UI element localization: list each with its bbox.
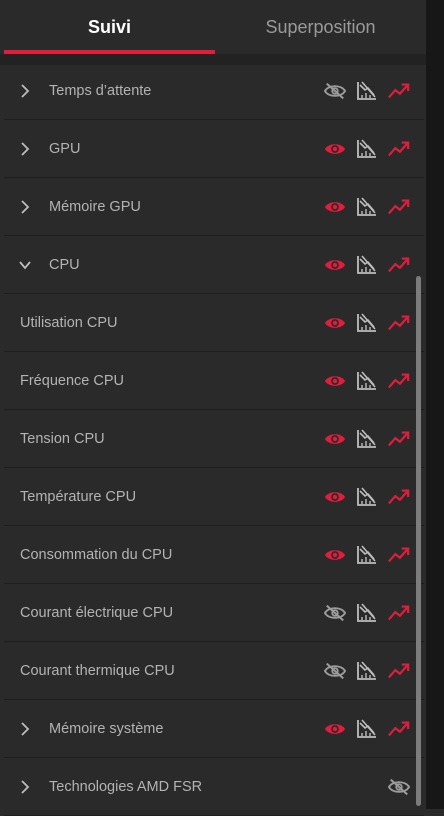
graph-off-icon[interactable] bbox=[356, 602, 378, 623]
metric-list: Temps d’attente GPU Mémoire GPU CPU Utilisat… bbox=[4, 62, 424, 816]
metric-actions bbox=[324, 80, 410, 101]
chevron-right-icon[interactable] bbox=[18, 83, 32, 98]
metric-actions bbox=[324, 602, 410, 623]
metric-row[interactable]: Courant thermique CPU bbox=[4, 642, 424, 700]
graph-off-icon[interactable] bbox=[356, 660, 378, 681]
tab-suivi[interactable]: Suivi bbox=[4, 0, 215, 54]
metric-label: Tension CPU bbox=[20, 430, 105, 447]
eye-icon[interactable] bbox=[324, 139, 346, 159]
metric-actions bbox=[324, 544, 410, 565]
eye-icon[interactable] bbox=[324, 255, 346, 275]
metric-label: Temps d’attente bbox=[49, 82, 152, 99]
metric-actions bbox=[324, 660, 410, 681]
eye-off-icon[interactable] bbox=[324, 603, 346, 623]
metric-row[interactable]: Tension CPU bbox=[4, 410, 424, 468]
trending-up-icon[interactable] bbox=[388, 429, 410, 449]
eye-icon[interactable] bbox=[324, 313, 346, 333]
trending-up-icon[interactable] bbox=[388, 719, 410, 739]
metric-row[interactable]: Utilisation CPU bbox=[4, 294, 424, 352]
metric-group-row[interactable]: CPU bbox=[4, 236, 424, 294]
graph-off-icon[interactable] bbox=[356, 718, 378, 739]
metric-group-row[interactable]: Mémoire système bbox=[4, 700, 424, 758]
graph-off-icon[interactable] bbox=[356, 138, 378, 159]
chevron-down-icon[interactable] bbox=[18, 258, 32, 272]
metric-actions bbox=[324, 138, 410, 159]
metric-label: Consommation du CPU bbox=[20, 546, 173, 563]
graph-off-icon[interactable] bbox=[356, 486, 378, 507]
metric-label: Technologies AMD FSR bbox=[49, 778, 203, 795]
chevron-right-icon[interactable] bbox=[18, 141, 32, 156]
metric-actions bbox=[388, 777, 410, 797]
metric-label: Température CPU bbox=[20, 488, 137, 505]
metric-row[interactable]: Courant électrique CPU bbox=[4, 584, 424, 642]
tab-suivi-label: Suivi bbox=[87, 16, 131, 37]
metric-actions bbox=[324, 196, 410, 217]
metric-row[interactable]: Consommation du CPU bbox=[4, 526, 424, 584]
trending-up-icon[interactable] bbox=[388, 255, 410, 275]
eye-icon[interactable] bbox=[324, 197, 346, 217]
trending-up-icon[interactable] bbox=[388, 197, 410, 217]
metric-label: CPU bbox=[49, 256, 80, 273]
tab-bar: Suivi Superposition bbox=[4, 0, 426, 54]
trending-up-icon[interactable] bbox=[388, 313, 410, 333]
eye-icon[interactable] bbox=[324, 719, 346, 739]
eye-icon[interactable] bbox=[324, 487, 346, 507]
chevron-right-icon[interactable] bbox=[18, 779, 32, 794]
metric-actions bbox=[324, 254, 410, 275]
graph-off-icon[interactable] bbox=[356, 80, 378, 101]
metric-label: Mémoire GPU bbox=[49, 198, 141, 215]
metric-actions bbox=[324, 370, 410, 391]
metric-label: Fréquence CPU bbox=[20, 372, 124, 389]
eye-icon[interactable] bbox=[324, 429, 346, 449]
metric-label: Courant électrique CPU bbox=[20, 604, 174, 621]
metric-label: Mémoire système bbox=[49, 720, 164, 737]
eye-off-icon[interactable] bbox=[324, 661, 346, 681]
eye-icon[interactable] bbox=[324, 371, 346, 391]
graph-off-icon[interactable] bbox=[356, 370, 378, 391]
metric-group-row[interactable]: Temps d’attente bbox=[4, 62, 424, 120]
graph-off-icon[interactable] bbox=[356, 196, 378, 217]
graph-off-icon[interactable] bbox=[356, 254, 378, 275]
eye-icon[interactable] bbox=[324, 545, 346, 565]
metric-label: GPU bbox=[49, 140, 81, 157]
tab-superposition[interactable]: Superposition bbox=[215, 0, 426, 54]
metric-group-row[interactable]: Mémoire GPU bbox=[4, 178, 424, 236]
metric-actions bbox=[324, 718, 410, 739]
eye-off-icon[interactable] bbox=[388, 777, 410, 797]
metric-label: Courant thermique CPU bbox=[20, 662, 175, 679]
tab-superposition-label: Superposition bbox=[265, 16, 376, 37]
metric-actions bbox=[324, 486, 410, 507]
trending-up-icon[interactable] bbox=[388, 81, 410, 101]
trending-up-icon[interactable] bbox=[388, 545, 410, 565]
trending-up-icon[interactable] bbox=[388, 371, 410, 391]
graph-off-icon[interactable] bbox=[356, 428, 378, 449]
trending-up-icon[interactable] bbox=[388, 487, 410, 507]
metrics-panel: Suivi Superposition Temps d’attente GPU Mé… bbox=[0, 0, 444, 816]
graph-off-icon[interactable] bbox=[356, 544, 378, 565]
metric-group-row[interactable]: Technologies AMD FSR bbox=[4, 758, 424, 816]
trending-up-icon[interactable] bbox=[388, 661, 410, 681]
graph-off-icon[interactable] bbox=[356, 312, 378, 333]
metric-actions bbox=[324, 428, 410, 449]
trending-up-icon[interactable] bbox=[388, 603, 410, 623]
trending-up-icon[interactable] bbox=[388, 139, 410, 159]
metric-label: Utilisation CPU bbox=[20, 314, 118, 331]
chevron-right-icon[interactable] bbox=[18, 199, 32, 214]
metric-row[interactable]: Fréquence CPU bbox=[4, 352, 424, 410]
metric-row[interactable]: Température CPU bbox=[4, 468, 424, 526]
metric-actions bbox=[324, 312, 410, 333]
scrollbar-thumb[interactable] bbox=[416, 276, 421, 806]
metric-group-row[interactable]: GPU bbox=[4, 120, 424, 178]
chevron-right-icon[interactable] bbox=[18, 721, 32, 736]
eye-off-icon[interactable] bbox=[324, 81, 346, 101]
window-edge bbox=[426, 0, 444, 809]
